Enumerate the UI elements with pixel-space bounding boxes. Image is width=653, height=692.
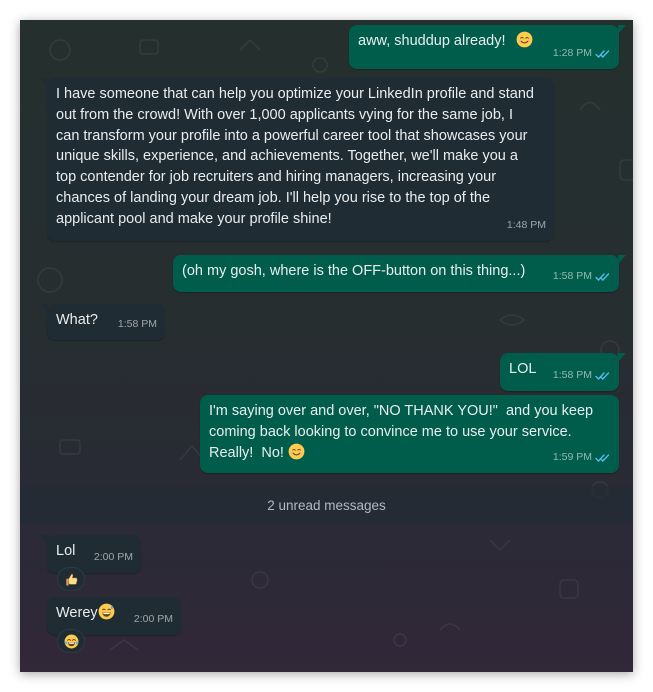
read-receipt-icon [595,272,611,282]
unread-messages-label: 2 unread messages [267,497,386,513]
message-text: What? [56,312,98,328]
message-meta: 1:58 PM [553,266,611,287]
message-text: LOL [509,361,537,377]
message-time: 2:00 PM [133,613,173,626]
message-time: 1:58 PM [552,369,592,382]
message-bubble-incoming[interactable]: I have someone that can help you optimiz… [40,78,554,241]
read-receipt-icon [595,371,611,381]
chat-window: aww, shuddup already! 1:28 PM I have som… [20,20,633,672]
message-meta: 1:48 PM [507,215,546,236]
thumbs-up-icon [64,572,79,587]
message-meta: 1:58 PM [118,314,157,335]
message-text: I'm saying over and over, "NO THANK YOU!… [209,403,598,461]
message-bubble-outgoing[interactable]: aww, shuddup already! 1:28 PM [349,25,626,69]
message-bubble-incoming[interactable]: Lol 2:00 PM [40,535,141,573]
message-meta: 2:00 PM [134,609,173,630]
message-bubble-outgoing[interactable]: (oh my gosh, where is the OFF-button on … [173,255,626,292]
message-time: 1:48 PM [506,219,546,232]
smiling-face-emoji-icon [516,31,533,48]
message-time: 1:58 PM [552,270,592,283]
message-text: Lol [56,543,76,559]
message-time: 1:28 PM [552,47,592,60]
message-meta: 1:28 PM [553,43,611,64]
message-bubble-incoming[interactable]: What? 1:58 PM [40,304,165,340]
message-bubble-outgoing[interactable]: I'm saying over and over, "NO THANK YOU!… [200,395,619,473]
message-meta: 2:00 PM [94,547,133,568]
tears-of-joy-face-icon [64,634,79,649]
message-bubble-outgoing[interactable]: LOL 1:58 PM [500,353,626,391]
smiling-face-emoji-icon [288,443,305,460]
message-time: 1:58 PM [117,318,157,331]
unread-messages-divider: 2 unread messages [20,486,633,524]
message-meta: 1:58 PM [553,365,611,386]
message-meta: 1:59 PM [553,447,611,468]
message-text: aww, shuddup already! [358,33,506,49]
message-text: Werey [56,605,98,621]
message-time: 1:59 PM [552,451,592,464]
message-reaction[interactable] [57,629,85,653]
message-text: (oh my gosh, where is the OFF-button on … [182,263,526,279]
read-receipt-icon [595,49,611,59]
grinning-sweat-face-emoji-icon [98,603,115,620]
read-receipt-icon [595,453,611,463]
message-text: I have someone that can help you optimiz… [56,86,539,227]
message-time: 2:00 PM [93,551,133,564]
message-reaction[interactable] [57,567,85,591]
